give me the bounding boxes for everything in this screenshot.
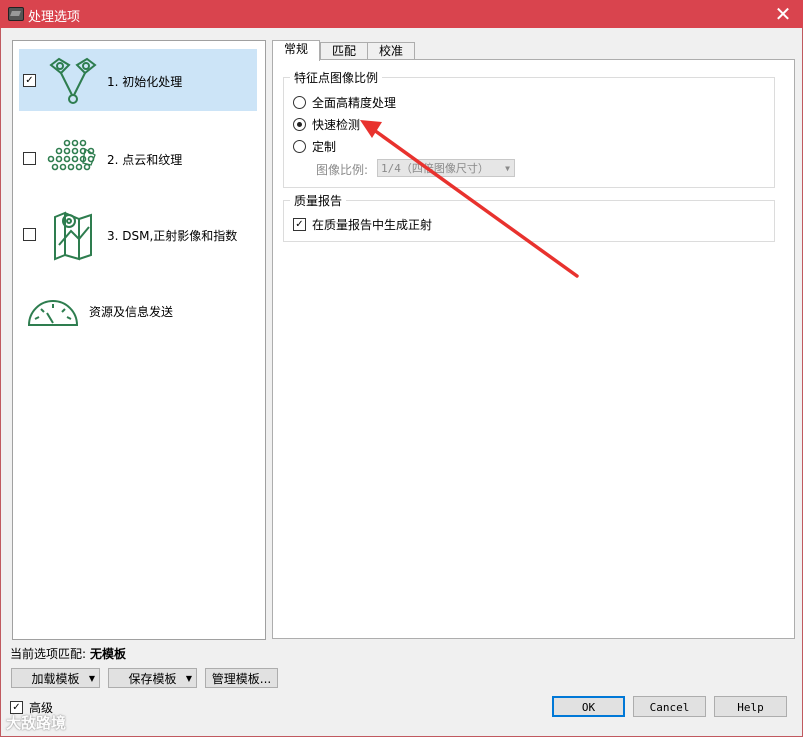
camera-tiepoints-icon — [49, 57, 97, 104]
image-scale-label: 图像比例: — [316, 163, 369, 177]
quality-report-group: 质量报告 ✓ 在质量报告中生成正射 — [283, 192, 775, 242]
current-template-label: 当前选项匹配: — [10, 647, 87, 661]
step-initial-processing[interactable]: ✓ 1. 初始化处理 — [19, 49, 257, 111]
step-checkbox[interactable] — [23, 228, 36, 241]
tab-general[interactable]: 常规 — [272, 40, 320, 61]
step-label: 资源及信息发送 — [89, 305, 174, 319]
button-label: 加载模板 — [31, 672, 80, 686]
step-resources[interactable]: 资源及信息发送 — [19, 279, 257, 341]
button-label: 保存模板 — [128, 672, 177, 686]
general-tab-panel: 特征点图像比例 全面高精度处理 快速检测 定制 图像比例: 1/4（四倍图像尺寸… — [272, 59, 795, 639]
image-scale-select[interactable]: 1/4（四倍图像尺寸） ▼ — [377, 159, 515, 177]
tab-matching[interactable]: 匹配 — [320, 42, 368, 60]
save-template-button[interactable]: 保存模板 ▼ — [108, 668, 197, 688]
gauge-icon — [27, 300, 79, 326]
radio-button[interactable] — [293, 96, 306, 109]
step-point-cloud[interactable]: 2. 点云和纹理 — [19, 127, 257, 189]
group-title: 特征点图像比例 — [290, 69, 383, 86]
option-label: 在质量报告中生成正射 — [312, 218, 433, 232]
window-border-left — [0, 28, 1, 737]
chevron-down-icon: ▼ — [185, 674, 192, 683]
step-dsm-ortho[interactable]: 3. DSM,正射影像和指数 — [19, 203, 257, 265]
option-full-precision[interactable]: 全面高精度处理 — [293, 94, 396, 111]
option-label: 快速检测 — [312, 118, 361, 132]
watermark: 大敌路境 — [6, 714, 67, 732]
cancel-button[interactable]: Cancel — [633, 696, 706, 717]
step-list: ✓ 1. 初始化处理 2. 点云和纹理 3. DSM,正射影像和指数 资源及信息… — [12, 40, 266, 640]
step-checkbox[interactable] — [23, 152, 36, 165]
app-icon — [8, 7, 24, 21]
chevron-down-icon: ▼ — [88, 674, 95, 683]
title-bar: 处理选项 ✕ — [0, 0, 803, 28]
option-custom[interactable]: 定制 — [293, 138, 336, 155]
feature-scale-group: 特征点图像比例 全面高精度处理 快速检测 定制 图像比例: 1/4（四倍图像尺寸… — [283, 69, 775, 188]
help-button[interactable]: Help — [714, 696, 787, 717]
load-template-button[interactable]: 加载模板 ▼ — [11, 668, 100, 688]
step-label: 2. 点云和纹理 — [107, 153, 183, 167]
radio-button[interactable] — [293, 140, 306, 153]
map-pin-icon — [54, 211, 92, 261]
checkbox[interactable]: ✓ — [293, 218, 306, 231]
radio-button[interactable] — [293, 118, 306, 131]
manage-template-button[interactable]: 管理模板... — [205, 668, 278, 688]
step-label: 1. 初始化处理 — [107, 75, 183, 89]
tab-calibration[interactable]: 校准 — [367, 42, 415, 60]
step-checkbox[interactable]: ✓ — [23, 74, 36, 87]
chevron-down-icon: ▼ — [505, 164, 510, 173]
ok-button[interactable]: OK — [552, 696, 625, 717]
option-generate-ortho[interactable]: ✓ 在质量报告中生成正射 — [293, 216, 432, 233]
option-rapid-check[interactable]: 快速检测 — [293, 116, 360, 133]
step-label: 3. DSM,正射影像和指数 — [107, 229, 238, 243]
current-template-line: 当前选项匹配: 无模板 — [10, 645, 126, 662]
group-title: 质量报告 — [290, 192, 347, 209]
point-cloud-icon — [47, 139, 96, 171]
option-label: 全面高精度处理 — [312, 96, 397, 110]
window-title: 处理选项 — [28, 10, 81, 25]
option-label: 定制 — [312, 140, 337, 154]
current-template-value: 无模板 — [90, 647, 127, 661]
image-scale-value: 1/4（四倍图像尺寸） — [381, 162, 489, 175]
close-icon[interactable]: ✕ — [763, 0, 803, 28]
